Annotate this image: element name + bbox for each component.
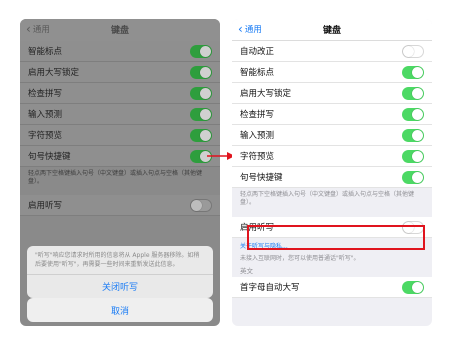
- toggle-switch[interactable]: [402, 107, 424, 121]
- setting-row-predictive: 输入预测: [20, 104, 220, 125]
- setting-label: 智能标点: [240, 68, 275, 78]
- page-title: 键盘: [322, 26, 341, 36]
- settings-list: 智能标点 启用大写锁定 检查拼写 输入预测 字符预览 句号快捷键 轻点两下空格键…: [20, 41, 220, 216]
- setting-label: 检查拼写: [28, 89, 63, 99]
- setting-row-smart-punctuation: 智能标点: [20, 41, 220, 62]
- setting-label: 字符预览: [28, 131, 63, 141]
- setting-row-predictive: 输入预测: [232, 125, 432, 146]
- navigation-bar: ‹ 通用 键盘: [20, 19, 220, 41]
- settings-list: 自动改正 智能标点 启用大写锁定 检查拼写 输入预测 字符预览 句号快捷键 轻点…: [232, 41, 432, 298]
- toggle-switch[interactable]: [402, 170, 424, 184]
- offline-dictation-note: 未接入互联网时，您可以使用普通话"听写"。: [240, 255, 360, 262]
- toggle-switch[interactable]: [402, 128, 424, 142]
- setting-row-caps-lock: 启用大写锁定: [20, 62, 220, 83]
- setting-row-character-preview: 字符预览: [20, 125, 220, 146]
- setting-row-caps-lock: 启用大写锁定: [232, 83, 432, 104]
- setting-label: 句号快捷键: [28, 152, 71, 162]
- setting-label: 启用大写锁定: [28, 68, 80, 78]
- action-sheet: "听写"响应您请求时所用的信息将从 Apple 服务器移除。如稍后要使用"听写"…: [27, 246, 213, 298]
- cancel-button[interactable]: 取消: [27, 298, 213, 322]
- toggle-switch[interactable]: [402, 65, 424, 79]
- toggle-switch[interactable]: [190, 128, 212, 142]
- setting-label: 输入预测: [28, 110, 63, 120]
- setting-row-dictation: 启用听写: [20, 195, 220, 216]
- setting-label: 启用听写: [28, 201, 63, 211]
- setting-label: 首字母自动大写: [240, 283, 300, 293]
- setting-label: 智能标点: [28, 47, 63, 57]
- toggle-switch[interactable]: [402, 149, 424, 163]
- setting-row-smart-punctuation: 智能标点: [232, 62, 432, 83]
- setting-row-character-preview: 字符预览: [232, 146, 432, 167]
- highlight-box: [247, 225, 425, 250]
- setting-row-period-shortcut: 句号快捷键: [20, 146, 220, 167]
- navigation-bar: ‹ 通用 键盘: [232, 19, 432, 41]
- setting-label: 字符预览: [240, 152, 275, 162]
- toggle-switch[interactable]: [402, 86, 424, 100]
- toggle-switch[interactable]: [190, 65, 212, 79]
- setting-label: 输入预测: [240, 131, 275, 141]
- toggle-switch[interactable]: [402, 280, 424, 294]
- setting-label: 自动改正: [240, 47, 275, 57]
- turn-off-dictation-button[interactable]: 关闭听写: [27, 275, 213, 298]
- action-sheet-message: "听写"响应您请求时所用的信息将从 Apple 服务器移除。如稍后要使用"听写"…: [27, 246, 213, 275]
- toggle-switch[interactable]: [190, 107, 212, 121]
- setting-row-spell-check: 检查拼写: [232, 104, 432, 125]
- setting-label: 启用大写锁定: [240, 89, 292, 99]
- page-title: 键盘: [110, 26, 129, 36]
- footnote: 轻点两下空格键插入句号（中文键盘）或插入句点与空格（其他键盘）。: [240, 191, 415, 206]
- toggle-switch[interactable]: [190, 44, 212, 58]
- toggle-switch[interactable]: [190, 198, 212, 212]
- setting-row-period-shortcut: 句号快捷键: [232, 167, 432, 188]
- right-phone-screen: ‹ 通用 键盘 自动改正 智能标点 启用大写锁定 检查拼写 输入预测 字符预览: [232, 19, 432, 326]
- toggle-switch[interactable]: [402, 44, 424, 58]
- setting-label: 检查拼写: [240, 110, 275, 120]
- setting-row-auto-correct: 自动改正: [232, 41, 432, 62]
- left-phone-screen: ‹ 通用 键盘 智能标点 启用大写锁定 检查拼写 输入预测 字符预览 句号快捷键: [20, 19, 220, 326]
- arrow-right-icon: [207, 152, 235, 160]
- section-header-english: 英文: [240, 267, 253, 275]
- setting-row-auto-capitalize: 首字母自动大写: [232, 277, 432, 298]
- setting-label: 句号快捷键: [240, 173, 283, 183]
- setting-row-spell-check: 检查拼写: [20, 83, 220, 104]
- footnote: 轻点两下空格键插入句号（中文键盘）或插入句点与空格（其他键盘）。: [28, 170, 203, 185]
- toggle-switch[interactable]: [190, 86, 212, 100]
